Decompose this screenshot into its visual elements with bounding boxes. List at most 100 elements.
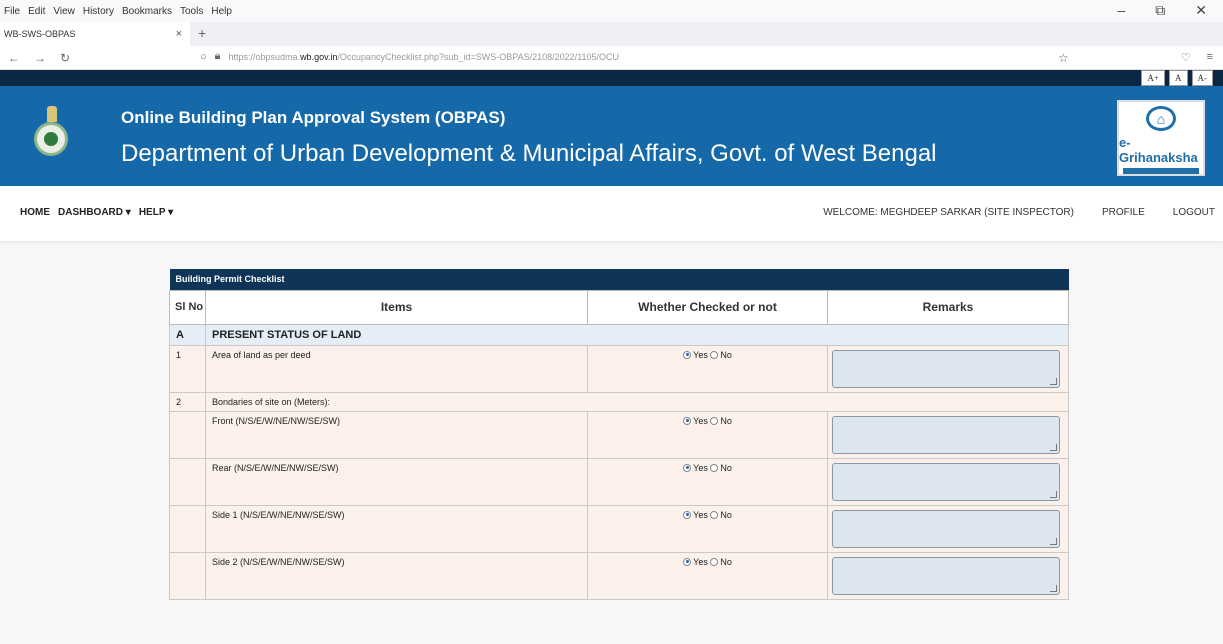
- remarks-cell: [827, 504, 1069, 553]
- window-controls: – ⧉ ✕: [1117, 2, 1215, 19]
- remarks-textarea[interactable]: [832, 556, 1060, 595]
- close-tab-icon[interactable]: ×: [176, 28, 182, 40]
- yes-radio[interactable]: Yes: [683, 557, 708, 567]
- menu-view[interactable]: View: [53, 6, 75, 17]
- new-tab-icon[interactable]: +: [198, 22, 206, 46]
- row-item: Side 2 (N/S/E/W/NE/NW/SE/SW): [205, 551, 588, 600]
- reload-icon[interactable]: ↻: [60, 51, 70, 65]
- row-sl: 2: [169, 391, 206, 412]
- nav-profile[interactable]: PROFILE: [1102, 207, 1145, 218]
- hamburger-menu-icon[interactable]: ≡: [1207, 51, 1213, 64]
- tab-bar: WB-SWS-OBPAS × +: [0, 22, 1223, 46]
- header-checked: Whether Checked or not: [587, 289, 828, 325]
- site-banner: Online Building Plan Approval System (OB…: [0, 86, 1223, 186]
- yes-radio[interactable]: Yes: [683, 510, 708, 520]
- pocket-icon[interactable]: ♡: [1181, 51, 1191, 64]
- remarks-textarea[interactable]: [832, 462, 1060, 501]
- table-row: 2 Bondaries of site on (Meters):: [169, 391, 1069, 412]
- welcome-text: WELCOME: MEGHDEEP SARKAR (SITE INSPECTOR…: [823, 207, 1074, 218]
- remarks-cell: [827, 551, 1069, 600]
- browser-menubar: File Edit View History Bookmarks Tools H…: [0, 0, 1223, 22]
- check-cell: Yes No: [587, 410, 828, 459]
- lock-icon: 🔒︎: [214, 50, 221, 62]
- no-radio[interactable]: No: [710, 350, 732, 360]
- checklist-table: Building Permit Checklist Sl No Items Wh…: [169, 269, 1069, 600]
- no-radio[interactable]: No: [710, 510, 732, 520]
- e-grihanaksha-logo: ⌂ e-Grihanaksha: [1117, 100, 1205, 176]
- house-icon: ⌂: [1146, 106, 1176, 132]
- font-increase-button[interactable]: A+: [1141, 70, 1165, 86]
- shield-icon: ○: [200, 50, 207, 63]
- check-cell: Yes No: [587, 457, 828, 506]
- yes-radio[interactable]: Yes: [683, 416, 708, 426]
- row-item: Area of land as per deed: [205, 344, 588, 393]
- bookmark-star-icon[interactable]: ☆: [1058, 51, 1069, 65]
- table-row: Front (N/S/E/W/NE/NW/SE/SW) Yes No: [169, 410, 1069, 459]
- row-item: Front (N/S/E/W/NE/NW/SE/SW): [205, 410, 588, 459]
- site-top-strip: A+ A A-: [0, 70, 1223, 86]
- yes-radio[interactable]: Yes: [683, 350, 708, 360]
- check-cell: Yes No: [587, 504, 828, 553]
- checklist-container: Building Permit Checklist Sl No Items Wh…: [169, 269, 1069, 600]
- minimize-icon[interactable]: –: [1117, 2, 1125, 19]
- table-row: 1 Area of land as per deed Yes No: [169, 344, 1069, 393]
- restore-icon[interactable]: ⧉: [1155, 2, 1165, 19]
- row-sl: 1: [169, 344, 206, 393]
- logo-text: e-Grihanaksha: [1119, 135, 1198, 166]
- row-item: Rear (N/S/E/W/NE/NW/SE/SW): [205, 457, 588, 506]
- nav-help[interactable]: HELP ▾: [139, 207, 173, 218]
- forward-icon[interactable]: →: [34, 51, 46, 65]
- menu-edit[interactable]: Edit: [28, 6, 45, 17]
- system-title: Online Building Plan Approval System (OB…: [121, 108, 506, 127]
- yes-radio[interactable]: Yes: [683, 463, 708, 473]
- table-row: Side 2 (N/S/E/W/NE/NW/SE/SW) Yes No: [169, 551, 1069, 600]
- remarks-cell: [827, 457, 1069, 506]
- url-prefix: https://obpsudma.: [228, 51, 301, 62]
- nav-logout[interactable]: LOGOUT: [1173, 207, 1215, 218]
- browser-tab[interactable]: WB-SWS-OBPAS ×: [0, 22, 190, 46]
- remarks-textarea[interactable]: [832, 509, 1060, 548]
- main-content: Building Permit Checklist Sl No Items Wh…: [0, 241, 1223, 600]
- table-row: Rear (N/S/E/W/NE/NW/SE/SW) Yes No: [169, 457, 1069, 506]
- url-domain: wb.gov.in: [300, 51, 338, 62]
- state-emblem-icon: [34, 106, 70, 156]
- check-cell: Yes No: [587, 344, 828, 393]
- remarks-cell: [827, 410, 1069, 459]
- header-items: Items: [205, 289, 588, 325]
- remarks-textarea[interactable]: [832, 349, 1060, 388]
- browser-navbar: ← → ↻ ○ 🔒︎ https://obpsudma. wb.gov.in/Oc…: [0, 46, 1223, 70]
- section-row: A PRESENT STATUS OF LAND: [169, 323, 1069, 346]
- menu-help[interactable]: Help: [211, 6, 232, 17]
- font-normal-button[interactable]: A: [1169, 70, 1188, 86]
- no-radio[interactable]: No: [710, 463, 732, 473]
- nav-home[interactable]: HOME: [20, 207, 50, 218]
- section-label: PRESENT STATUS OF LAND: [205, 323, 1069, 346]
- url-bar[interactable]: ○ 🔒︎ https://obpsudma. wb.gov.in/Occupanc…: [200, 50, 619, 63]
- header-sl-no: Sl No: [169, 289, 206, 325]
- tab-title: WB-SWS-OBPAS: [4, 29, 76, 39]
- menu-bookmarks[interactable]: Bookmarks: [122, 6, 172, 17]
- site-nav: HOME DASHBOARD ▾ HELP ▾ WELCOME: MEGHDEE…: [0, 186, 1223, 241]
- header-remarks: Remarks: [827, 289, 1069, 325]
- menu-file[interactable]: File: [4, 6, 20, 17]
- font-size-controls: A+ A A-: [1141, 70, 1213, 86]
- no-radio[interactable]: No: [710, 416, 732, 426]
- section-sl: A: [169, 323, 206, 346]
- table-row: Side 1 (N/S/E/W/NE/NW/SE/SW) Yes No: [169, 504, 1069, 553]
- close-window-icon[interactable]: ✕: [1195, 2, 1207, 19]
- checklist-caption: Building Permit Checklist: [169, 269, 1069, 290]
- no-radio[interactable]: No: [710, 557, 732, 567]
- menu-tools[interactable]: Tools: [180, 6, 203, 17]
- back-icon[interactable]: ←: [8, 51, 20, 65]
- department-title: Department of Urban Development & Munici…: [121, 140, 937, 167]
- font-decrease-button[interactable]: A-: [1191, 70, 1213, 86]
- menu-history[interactable]: History: [83, 6, 114, 17]
- check-cell: Yes No: [587, 551, 828, 600]
- nav-dashboard[interactable]: DASHBOARD ▾: [58, 207, 131, 218]
- row-item: Side 1 (N/S/E/W/NE/NW/SE/SW): [205, 504, 588, 553]
- remarks-textarea[interactable]: [832, 415, 1060, 454]
- remarks-cell: [827, 344, 1069, 393]
- browser-tools: ♡ ≡: [1181, 51, 1213, 64]
- url-rest: /OccupancyChecklist.php?sub_id=SWS-OBPAS…: [337, 51, 619, 62]
- row-item: Bondaries of site on (Meters):: [205, 391, 1069, 412]
